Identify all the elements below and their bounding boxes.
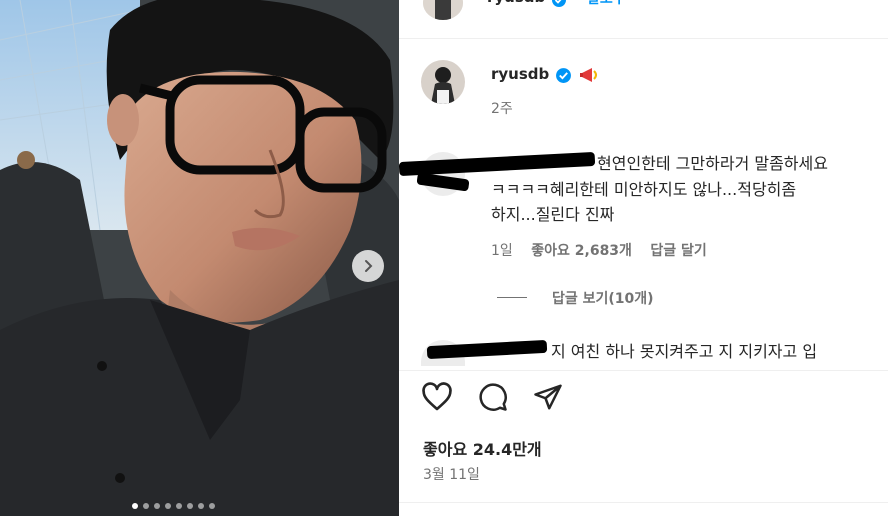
verified-badge-icon	[552, 0, 566, 7]
carousel-next-button[interactable]	[352, 250, 384, 282]
carousel-dot	[187, 503, 193, 509]
post-likes[interactable]: 좋아요 24.4만개	[423, 436, 542, 460]
comment-button[interactable]	[477, 382, 509, 416]
comment-icon	[479, 383, 507, 411]
header-username[interactable]: ryusdb	[487, 0, 545, 6]
avatar-image	[421, 60, 465, 104]
post-date[interactable]: 3월 11일	[423, 464, 480, 484]
footer-divider	[399, 502, 888, 503]
comment-text-line: 하지...질린다 진짜	[491, 205, 615, 224]
paper-plane-icon	[534, 384, 562, 410]
heart-icon	[422, 382, 452, 411]
carousel-dot	[154, 503, 160, 509]
comment-text-line: 현연인한테 그만하라거 말좀하세요	[597, 154, 828, 173]
reply-button[interactable]: 답글 달기	[650, 243, 706, 259]
comment-likes[interactable]: 좋아요 2,683개	[531, 243, 632, 259]
comment-meta: 1일 좋아요 2,683개 답글 달기	[491, 240, 707, 260]
post-side-panel: ryusdb • 팔로우 ryusdb 2주	[398, 0, 888, 516]
avatar[interactable]	[423, 0, 463, 20]
carousel-dot	[198, 503, 204, 509]
carousel-dot	[209, 503, 215, 509]
caption-time: 2주	[491, 101, 513, 117]
verified-badge-icon	[556, 68, 571, 83]
post-photo	[0, 0, 399, 516]
comment-text-line: 지 여친 하나 못지켜주고 지 지키자고 입	[551, 342, 818, 361]
comments-divider	[399, 370, 888, 371]
avatar-image	[423, 0, 463, 20]
comment-time: 1일	[491, 243, 513, 259]
share-button[interactable]	[532, 382, 564, 416]
follow-button[interactable]: 팔로우	[587, 0, 626, 8]
carousel-dot	[176, 503, 182, 509]
carousel-indicator	[132, 503, 215, 509]
selfie-image	[0, 0, 399, 516]
carousel-dot	[143, 503, 149, 509]
caption-avatar[interactable]	[421, 60, 465, 104]
header-divider	[399, 38, 888, 39]
carousel-dot	[165, 503, 171, 509]
megaphone-emoji-icon	[580, 68, 597, 82]
chevron-right-icon	[365, 260, 373, 272]
view-replies-button[interactable]: 답글 보기(10개)	[552, 288, 654, 308]
redaction-mark	[398, 151, 596, 177]
comment-text-line: ㅋㅋㅋㅋ혜리한테 미안하지도 않나...적당히좀	[491, 180, 797, 199]
separator-dot: •	[573, 0, 581, 4]
like-button[interactable]	[421, 382, 453, 416]
carousel-dot	[132, 503, 138, 509]
replies-line	[497, 297, 527, 298]
caption-username[interactable]: ryusdb	[491, 65, 549, 83]
